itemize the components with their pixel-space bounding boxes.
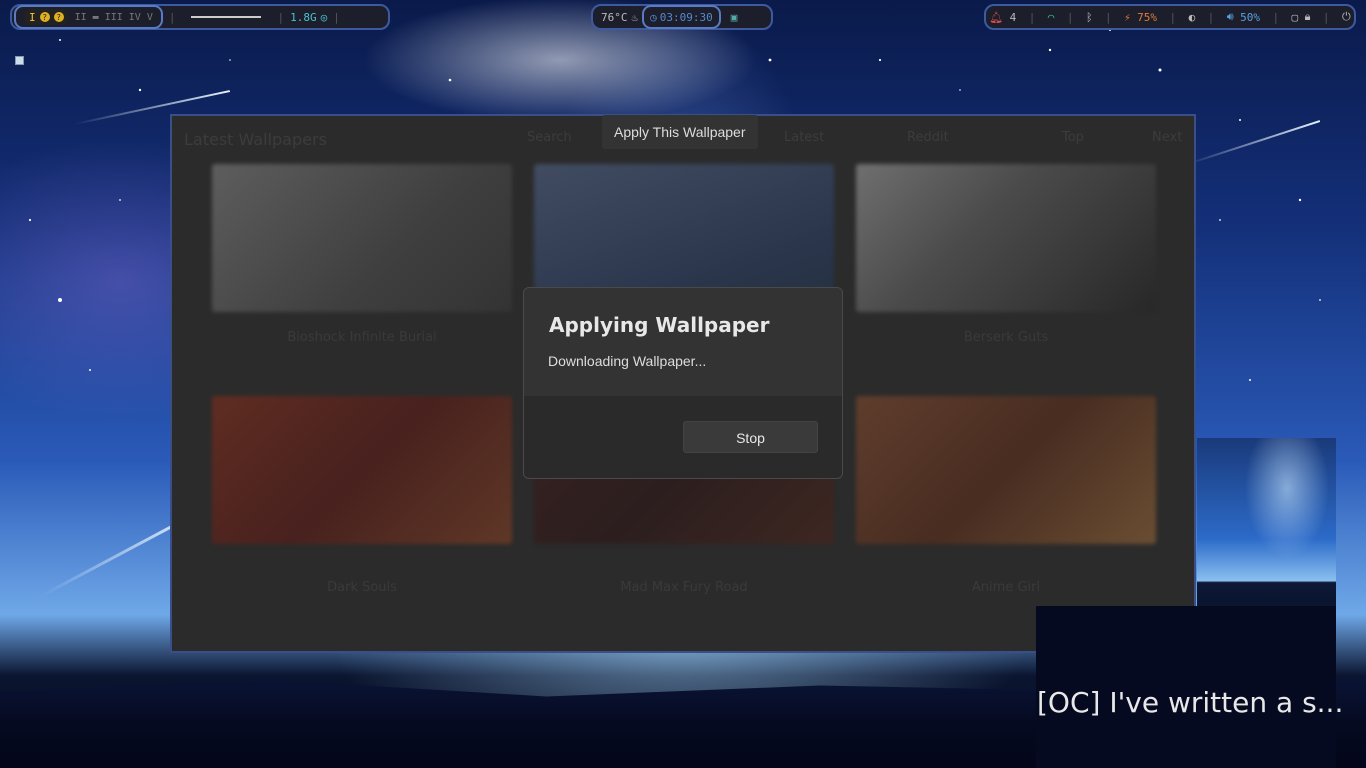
wallpaper-thumbnail[interactable]	[856, 164, 1156, 312]
separator: |	[1207, 10, 1215, 24]
memory-icon: ◎	[320, 10, 328, 24]
dialog-body	[524, 288, 842, 396]
separator: |	[1169, 10, 1177, 24]
clock[interactable]: ◷ 03:09:30	[642, 5, 721, 29]
wallpaper-caption: Dark Souls	[327, 580, 397, 595]
ram-usage-bar	[191, 16, 262, 18]
workspace-switcher: I ? ? II ▬ III IV V	[14, 5, 163, 29]
app-icon: ?	[39, 12, 50, 22]
status-bar: 🔔︎ 4 | ◠ | ᛒ | ⚡ 75% | ◐ | 🔊︎ 50% | ▢ 🔒︎…	[984, 4, 1356, 30]
meteor-trail	[1186, 120, 1321, 166]
wallpaper-caption: Anime Girl	[971, 580, 1041, 595]
workspace-bar: I ? ? II ▬ III IV V | | 1.8G ◎ |	[10, 4, 390, 30]
reddit-tab[interactable]: Reddit	[907, 130, 949, 145]
separator: |	[1066, 10, 1074, 24]
notification-count: 4	[1009, 10, 1017, 24]
separator: |	[1105, 10, 1112, 24]
wifi-icon[interactable]: ◠	[1048, 11, 1055, 24]
workspace-active[interactable]: I ? ?	[24, 9, 69, 25]
workspace-4[interactable]: IV	[129, 12, 141, 23]
separator: |	[277, 10, 285, 24]
ram-usage: 1.8G	[290, 10, 317, 24]
flame-icon: ♨	[631, 10, 639, 24]
power-icon[interactable]: ⏻	[1342, 10, 1351, 24]
window-title: Latest Wallpapers	[184, 130, 327, 149]
lock-icon: 🔒︎	[1304, 10, 1311, 23]
applying-wallpaper-dialog: Applying Wallpaper Downloading Wallpaper…	[523, 287, 843, 479]
temperature: 76°C	[601, 10, 628, 24]
stop-button[interactable]: Stop	[683, 421, 818, 453]
separator: |	[333, 10, 340, 24]
folder-icon: ▬	[92, 11, 99, 23]
workspace-3[interactable]: III	[105, 12, 123, 23]
wallpaper-thumbnail[interactable]	[212, 396, 512, 544]
workspace-5[interactable]: V	[147, 12, 153, 23]
battery-level: 75%	[1137, 10, 1158, 24]
app-icon: ?	[53, 12, 64, 22]
clock-icon: ◷	[650, 10, 657, 24]
top-tab[interactable]: Top	[1062, 130, 1084, 145]
wallpaper-caption: Mad Max Fury Road	[620, 580, 748, 595]
tooltip: Apply This Wallpaper	[602, 115, 758, 149]
volume-icon[interactable]: 🔊︎	[1227, 10, 1234, 24]
workspace-2[interactable]: II	[75, 12, 87, 23]
search-tab[interactable]: Search	[527, 130, 572, 145]
separator: |	[1028, 10, 1036, 24]
separator: |	[168, 10, 176, 24]
clock-bar: 76°C ♨ ◷ 03:09:30 ▣	[591, 4, 773, 30]
wallpaper-thumbnail[interactable]	[212, 164, 512, 312]
dialog-message: Downloading Wallpaper...	[548, 353, 707, 369]
volume-level: 50%	[1240, 10, 1260, 24]
wallpaper-caption: Bioshock Infinite Burial	[287, 330, 437, 345]
brightness-icon[interactable]: ◐	[1189, 11, 1196, 24]
notification-text[interactable]: [OC] I've written a s...	[1037, 686, 1343, 719]
bluetooth-icon[interactable]: ᛒ	[1086, 11, 1093, 24]
dialog-title: Applying Wallpaper	[549, 313, 770, 337]
bell-icon[interactable]: 🔔︎	[989, 11, 1003, 24]
lock-icon[interactable]: ▣	[731, 11, 738, 24]
desktop-icon[interactable]	[15, 56, 24, 65]
next-tab[interactable]: Next	[1152, 130, 1182, 145]
wallpaper-thumbnail[interactable]	[856, 396, 1156, 544]
notification-image[interactable]	[1197, 438, 1336, 606]
separator: |	[1272, 10, 1280, 24]
wallpaper-caption: Berserk Guts	[963, 330, 1049, 345]
keyboard-icon: ▢	[1291, 10, 1299, 24]
latest-tab[interactable]: Latest	[784, 130, 824, 145]
battery-icon: ⚡	[1124, 10, 1131, 24]
separator: |	[1322, 10, 1330, 24]
